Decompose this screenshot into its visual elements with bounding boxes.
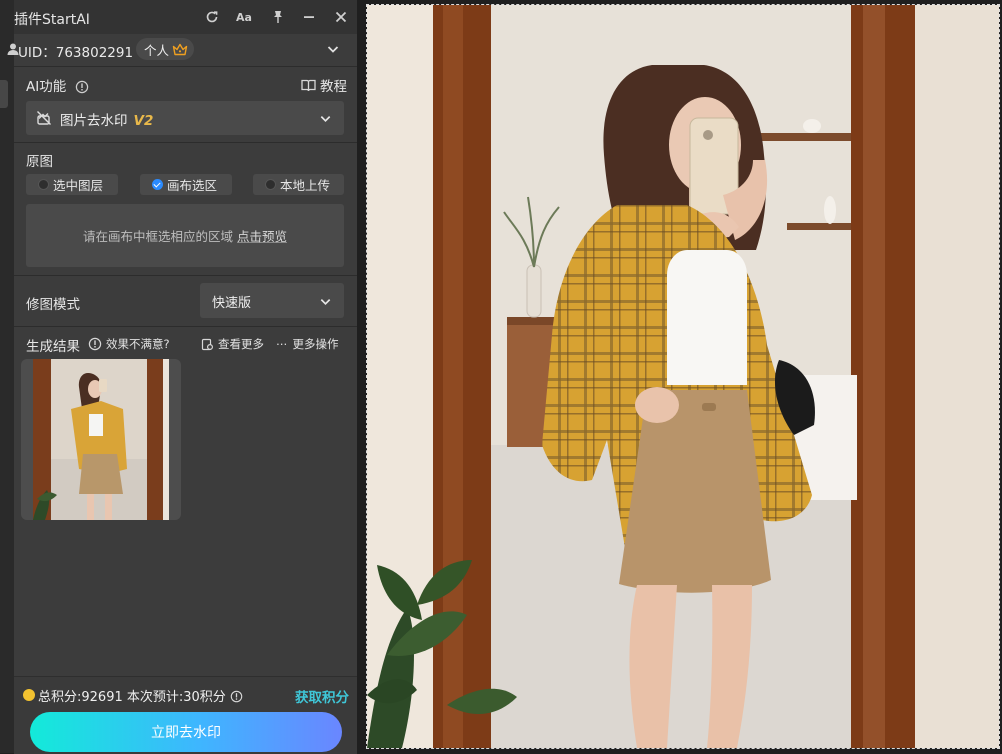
- panel-title: 插件StartAI: [14, 12, 90, 28]
- feedback-link[interactable]: 效果不满意?: [88, 336, 170, 352]
- divider: [14, 275, 357, 276]
- history-icon: [201, 338, 214, 350]
- startai-plugin-panel: 插件StartAI Aa UID：763802291 个人 AI功能 教程 图片…: [7, 0, 357, 754]
- minimize-icon[interactable]: [300, 8, 318, 26]
- mode-select[interactable]: 快速版: [200, 283, 344, 318]
- refresh-icon[interactable]: [203, 8, 221, 26]
- mode-label: 修图模式: [26, 297, 80, 313]
- chevron-down-icon: [320, 299, 331, 306]
- more-dots-icon: ⋯: [276, 337, 289, 351]
- canvas-selection[interactable]: [366, 4, 1000, 749]
- divider: [14, 66, 357, 67]
- preview-link[interactable]: 点击预览: [237, 226, 287, 245]
- canvas-photo: [367, 5, 999, 748]
- source-hint: 请在画布中框选相应的区域: [82, 229, 233, 244]
- account-row: UID：763802291 个人: [7, 34, 357, 66]
- font-size-icon[interactable]: Aa: [235, 8, 253, 26]
- ai-feature-select[interactable]: 图片去水印 V2: [26, 101, 344, 135]
- more-actions-link[interactable]: ⋯ 更多操作: [276, 336, 339, 352]
- result-thumbnail[interactable]: [21, 359, 181, 520]
- mode-value: 快速版: [212, 296, 252, 311]
- crown-icon: [172, 43, 188, 55]
- book-icon: [301, 79, 316, 91]
- radio-label: 本地上传: [280, 178, 331, 193]
- points-summary: 总积分:92691 本次预计:30积分: [38, 686, 243, 705]
- version-badge: V2: [133, 113, 154, 129]
- divider: [14, 142, 357, 143]
- remove-watermark-button[interactable]: 立即去水印: [30, 712, 342, 752]
- left-tool-strip: [0, 0, 15, 753]
- divider: [14, 326, 357, 327]
- radio-dot-checked: [152, 179, 163, 190]
- panel-footer: 总积分:92691 本次预计:30积分 获取积分 立即去水印: [14, 676, 357, 754]
- radio-dot: [38, 179, 49, 190]
- feedback-label: 效果不满意?: [106, 337, 170, 351]
- result-image: [33, 359, 169, 520]
- radio-dot: [265, 179, 276, 190]
- radio-label: 选中图层: [53, 178, 104, 193]
- source-preview-box: 请在画布中框选相应的区域 点击预览: [26, 204, 344, 267]
- ai-feature-label: AI功能: [26, 79, 67, 95]
- info-icon: [88, 337, 102, 351]
- radio-local-upload[interactable]: 本地上传: [253, 174, 344, 195]
- view-more-label: 查看更多: [218, 337, 264, 351]
- panel-gutter: [357, 0, 366, 753]
- view-more-link[interactable]: 查看更多: [201, 336, 264, 352]
- radio-label: 画布选区: [167, 178, 218, 193]
- close-icon[interactable]: [332, 8, 350, 26]
- tutorial-label: 教程: [320, 79, 347, 95]
- get-points-link[interactable]: 获取积分: [295, 686, 349, 706]
- chevron-down-icon: [320, 116, 331, 123]
- panel-titlebar: 插件StartAI Aa: [14, 0, 357, 34]
- uid-label: UID：763802291: [18, 45, 134, 61]
- radio-canvas-selection[interactable]: 画布选区: [140, 174, 232, 195]
- chevron-down-icon[interactable]: [326, 42, 340, 56]
- account-type-badge[interactable]: 个人: [136, 38, 195, 60]
- no-watermark-icon: [37, 111, 51, 125]
- results-label: 生成结果: [26, 339, 80, 355]
- more-actions-label: 更多操作: [292, 337, 339, 351]
- info-icon[interactable]: [75, 80, 89, 94]
- pin-icon[interactable]: [269, 8, 287, 26]
- ai-feature-name: 图片去水印: [60, 113, 128, 129]
- tool-strip-tab[interactable]: [0, 80, 8, 108]
- radio-selected-layer[interactable]: 选中图层: [26, 174, 118, 195]
- source-label: 原图: [26, 154, 53, 170]
- points-text: 总积分:92691 本次预计:30积分: [38, 690, 226, 705]
- ai-feature-section: AI功能: [26, 75, 89, 95]
- info-icon[interactable]: [230, 690, 243, 703]
- coin-icon: [23, 689, 35, 701]
- tutorial-link[interactable]: 教程: [301, 75, 347, 95]
- account-type-label: 个人: [144, 42, 170, 58]
